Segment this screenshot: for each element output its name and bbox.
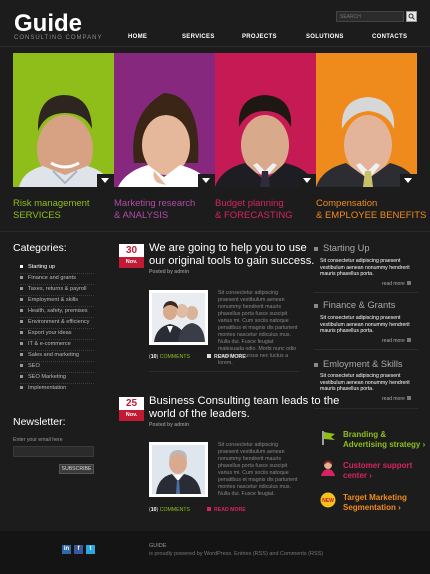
logo[interactable]: Guide — [14, 10, 82, 38]
category-item[interactable]: SEO Marketing — [20, 374, 66, 380]
portrait-businessman-photo — [215, 95, 315, 187]
post-title[interactable]: Business Consulting team leads to the wo… — [149, 395, 339, 421]
sidebar-section-text: Sit consectetur adipiscing praesent vest… — [320, 258, 410, 277]
nav-home[interactable]: HOME — [128, 34, 147, 40]
banner-panel-risk[interactable] — [13, 53, 114, 187]
category-item[interactable]: Environment & efficiency — [20, 319, 89, 325]
sidebar-section-title[interactable]: Finance & Grants — [314, 300, 395, 310]
flag-icon — [320, 430, 336, 446]
post-date-day: 30 — [119, 244, 144, 257]
caption-line2: & FORECASTING — [215, 210, 293, 221]
banner-caption-marketing[interactable]: Marketing research & ANALYSIS — [114, 198, 195, 222]
post-date-month: Nov. — [119, 257, 144, 268]
linkedin-icon[interactable]: in — [62, 545, 71, 554]
tagline: CONSULTING COMPANY — [14, 35, 103, 41]
search-input[interactable] — [336, 11, 404, 22]
post-divider — [149, 371, 299, 372]
portrait-woman-photo — [118, 93, 212, 187]
category-item[interactable]: Sales and marketing — [20, 352, 79, 358]
category-item[interactable]: Taxes, returns & payroll — [20, 286, 86, 292]
nav-solutions[interactable]: SOLUTIONS — [306, 34, 344, 40]
caption-line2: SERVICES — [13, 210, 61, 221]
banner-panel-compensation[interactable] — [316, 53, 417, 187]
subscribe-button[interactable]: SUBSCRIBE — [59, 464, 94, 474]
banner-arrow[interactable] — [299, 174, 316, 187]
caption-line1: Marketing research — [114, 198, 196, 209]
sidebar-section-title[interactable]: Emloyment & Skills — [314, 359, 403, 369]
post-thumbnail[interactable] — [149, 290, 208, 345]
post-author: Posted by admin — [149, 269, 190, 275]
ad-branding-link[interactable]: Branding & Advertising strategy › — [343, 430, 425, 450]
post-comments-link[interactable]: (10) COMMENTS — [149, 507, 190, 513]
post-thumbnail[interactable] — [149, 442, 208, 497]
category-item[interactable]: Finance and grants — [20, 275, 76, 281]
category-item[interactable]: Starting up — [20, 264, 55, 270]
banner-arrow[interactable] — [400, 174, 417, 187]
post-comments-link[interactable]: (10) COMMENTS — [149, 354, 190, 360]
twitter-icon[interactable]: t — [86, 545, 95, 554]
post-excerpt: Sit consectetur adipiscing praesent vest… — [218, 442, 298, 497]
nav-projects[interactable]: PROJECTS — [242, 34, 277, 40]
banner-caption-risk[interactable]: Risk management SERVICES — [13, 198, 90, 222]
header-divider — [0, 46, 430, 47]
newsletter-label: Enter your email here — [13, 437, 63, 443]
caption-line1: Risk management — [13, 198, 90, 209]
team-photo — [152, 293, 205, 342]
banner-caption-compensation[interactable]: Compensation & EMPLOYEE BENEFITS — [316, 198, 426, 222]
ad-support-link[interactable]: Customer support center › — [343, 461, 412, 481]
new-badge-icon: NEW — [320, 492, 336, 508]
category-item[interactable]: Implementation — [20, 385, 66, 391]
banner-divider — [0, 231, 430, 232]
portrait-senior-man-photo — [316, 97, 417, 187]
portrait-man-photo — [19, 95, 111, 187]
post-date-day: 25 — [119, 397, 144, 410]
page: Guide CONSULTING COMPANY HOME SERVICES P… — [0, 0, 430, 574]
support-person-icon — [320, 460, 336, 476]
sidebar-read-more-link[interactable]: read more — [382, 338, 411, 344]
post-date: 25 Nov. — [119, 397, 144, 421]
post-date-month: Nov. — [119, 410, 144, 421]
sidebar-divider — [314, 292, 418, 293]
post-date: 30 Nov. — [119, 244, 144, 268]
sidebar-section-title[interactable]: Starting Up — [314, 243, 370, 253]
banner-caption-budget[interactable]: Budget planning & FORECASTING — [215, 198, 293, 222]
sidebar-divider — [314, 408, 418, 409]
caption-line1: Compensation — [316, 198, 378, 209]
footer-credit[interactable]: is proudly powered by WordPress. Entries… — [149, 551, 323, 557]
newsletter-title: Newsletter: — [13, 416, 66, 428]
banner-arrow[interactable] — [97, 174, 114, 187]
sidebar-section-text: Sit consectetur adipiscing praesent vest… — [320, 315, 410, 334]
search-icon — [408, 13, 415, 20]
category-item[interactable]: IT & e-commerce — [20, 341, 71, 347]
post-author: Posted by admin — [149, 422, 190, 428]
nav-services[interactable]: SERVICES — [182, 34, 215, 40]
post-read-more-link[interactable]: READ MORE — [207, 507, 246, 513]
sidebar-read-more-link[interactable]: read more — [382, 396, 411, 402]
svg-text:NEW: NEW — [322, 498, 334, 504]
facebook-icon[interactable]: f — [74, 545, 83, 554]
category-item[interactable]: Health, safety, premises — [20, 308, 88, 314]
search-button[interactable] — [406, 11, 417, 22]
caption-line2: & ANALYSIS — [114, 210, 169, 221]
sidebar-divider — [314, 349, 418, 350]
category-item[interactable]: SEO — [20, 363, 40, 369]
post-read-more-link[interactable]: READ MORE — [207, 354, 246, 360]
categories-title: Categories: — [13, 242, 67, 254]
banner-panel-budget[interactable] — [215, 53, 316, 187]
banner-arrow[interactable] — [198, 174, 215, 187]
newsletter-email-input[interactable] — [13, 446, 94, 457]
ad-target-marketing-link[interactable]: Target Marketing Segmentation › — [343, 493, 407, 513]
sidebar-read-more-link[interactable]: read more — [382, 281, 411, 287]
sidebar-section-text: Sit consectetur adipiscing praesent vest… — [320, 373, 410, 392]
businessman-photo — [152, 445, 205, 494]
category-item[interactable]: Export your ideas — [20, 330, 72, 336]
banner-panel-marketing[interactable] — [114, 53, 215, 187]
caption-line2: & EMPLOYEE BENEFITS — [316, 210, 427, 221]
nav-contacts[interactable]: CONTACTS — [372, 34, 407, 40]
category-item[interactable]: Employment & skills — [20, 297, 78, 303]
caption-line1: Budget planning — [215, 198, 284, 209]
post-title[interactable]: We are going to help you to use our orig… — [149, 242, 314, 268]
footer-brand: GUIDE — [149, 543, 167, 549]
